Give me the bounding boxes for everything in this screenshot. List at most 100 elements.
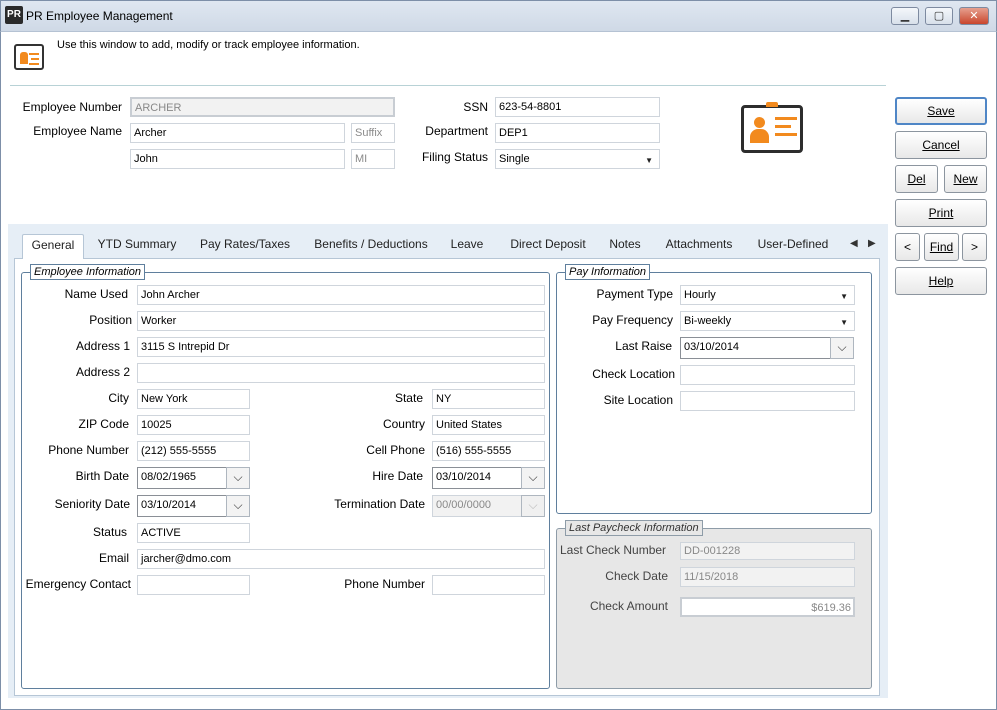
site-location-label: Site Location	[603, 393, 673, 407]
email-field[interactable]: jarcher@dmo.com	[137, 549, 545, 569]
hire-date-field[interactable]: 03/10/2014	[432, 467, 522, 489]
cancel-button[interactable]: Cancel	[895, 131, 987, 159]
termination-date-field: 00/00/0000	[432, 495, 522, 517]
address-2-label: Address 2	[75, 365, 130, 379]
tab-user-defined[interactable]: User-Defined	[752, 234, 834, 258]
employee-badge-icon	[741, 102, 803, 153]
position-label: Position	[89, 313, 132, 327]
country-label: Country	[382, 417, 425, 431]
status-label: Status	[92, 525, 127, 539]
pay-information-legend: Pay Information	[565, 264, 651, 280]
last-name-field[interactable]: Archer	[130, 123, 345, 143]
check-date-field: 11/15/2018	[680, 567, 855, 587]
emergency-contact-label: Emergency Contact	[25, 577, 131, 591]
close-button[interactable]: ✕	[959, 7, 989, 25]
pay-frequency-label: Pay Frequency	[592, 313, 673, 327]
cell-phone-field[interactable]: (516) 555-5555	[432, 441, 545, 461]
employee-number-field[interactable]: ARCHER	[130, 97, 395, 117]
minimize-button[interactable]: ▁	[891, 7, 919, 25]
employee-number-label: Employee Number	[22, 100, 122, 114]
last-check-number-label: Last Check Number	[560, 543, 667, 557]
termination-date-dropdown-icon: ⌵	[521, 495, 545, 517]
window-title: PR Employee Management	[26, 9, 173, 23]
phone-number-label: Phone Number	[48, 443, 129, 457]
address-2-field[interactable]	[137, 363, 545, 383]
last-raise-label: Last Raise	[615, 339, 672, 353]
email-label: Email	[98, 551, 129, 565]
tab-notes[interactable]: Notes	[604, 234, 646, 258]
ssn-label: SSN	[463, 100, 488, 114]
employee-name-label: Employee Name	[33, 124, 122, 138]
city-field[interactable]: New York	[137, 389, 250, 409]
emergency-contact-field[interactable]	[137, 575, 250, 595]
next-record-button[interactable]: >	[962, 233, 987, 261]
filing-status-label: Filing Status	[421, 150, 488, 164]
city-label: City	[108, 391, 129, 405]
zip-code-field[interactable]: 10025	[137, 415, 250, 435]
print-button[interactable]: Print	[895, 199, 987, 227]
delete-button[interactable]: Del	[895, 165, 938, 193]
tab-direct-deposit[interactable]: Direct Deposit	[503, 234, 593, 258]
tab-pay-rates-taxes[interactable]: Pay Rates/Taxes	[196, 234, 294, 258]
last-raise-field[interactable]: 03/10/2014	[680, 337, 831, 359]
address-1-field[interactable]: 3115 S Intrepid Dr	[137, 337, 545, 357]
country-field[interactable]: United States	[432, 415, 545, 435]
site-location-field[interactable]	[680, 391, 855, 411]
tab-scroll-left-icon[interactable]: ◀	[850, 238, 858, 249]
tab-scroll-right-icon[interactable]: ▶	[868, 238, 876, 249]
seniority-date-field[interactable]: 03/10/2014	[137, 495, 227, 517]
emergency-phone-field[interactable]	[432, 575, 545, 595]
department-field[interactable]: DEP1	[495, 123, 660, 143]
check-location-field[interactable]	[680, 365, 855, 385]
tab-ytd-summary[interactable]: YTD Summary	[92, 234, 182, 258]
tab-general[interactable]: General	[22, 234, 84, 258]
birth-date-field[interactable]: 08/02/1965	[137, 467, 227, 489]
filing-status-select[interactable]: Single	[495, 149, 660, 169]
payment-type-label: Payment Type	[596, 287, 674, 301]
pay-frequency-select[interactable]: Bi-weekly	[680, 311, 855, 331]
new-button[interactable]: New	[944, 165, 987, 193]
last-paycheck-legend: Last Paycheck Information	[565, 520, 703, 536]
status-field[interactable]: ACTIVE	[137, 523, 250, 543]
name-used-field[interactable]: John Archer	[137, 285, 545, 305]
cell-phone-label: Cell Phone	[366, 443, 425, 457]
employee-information-legend: Employee Information	[30, 264, 145, 280]
save-button[interactable]: Save	[895, 97, 987, 125]
emergency-phone-label: Phone Number	[344, 577, 425, 591]
check-amount-field: $619.36	[680, 597, 855, 617]
check-amount-label: Check Amount	[589, 599, 668, 613]
first-name-field[interactable]: John	[130, 149, 345, 169]
check-location-label: Check Location	[592, 367, 675, 381]
seniority-date-label: Seniority Date	[54, 497, 130, 511]
maximize-button[interactable]: ▢	[925, 7, 953, 25]
birth-date-dropdown-icon[interactable]: ⌵	[226, 467, 250, 489]
payment-type-select[interactable]: Hourly	[680, 285, 855, 305]
address-1-label: Address 1	[75, 339, 130, 353]
tab-leave[interactable]: Leave	[445, 234, 489, 258]
check-date-label: Check Date	[605, 569, 668, 583]
phone-number-field[interactable]: (212) 555-5555	[137, 441, 250, 461]
mi-field[interactable]: MI	[351, 149, 395, 169]
ssn-field[interactable]: 623-54-8801	[495, 97, 660, 117]
department-label: Department	[425, 124, 488, 138]
tab-attachments[interactable]: Attachments	[660, 234, 738, 258]
hire-date-dropdown-icon[interactable]: ⌵	[521, 467, 545, 489]
header-description: Use this window to add, modify or track …	[57, 39, 360, 51]
app-icon: PR	[5, 6, 23, 24]
active-tab-joiner	[23, 256, 83, 260]
termination-date-label: Termination Date	[334, 497, 425, 511]
state-label: State	[394, 391, 423, 405]
last-raise-dropdown-icon[interactable]: ⌵	[830, 337, 854, 359]
position-field[interactable]: Worker	[137, 311, 545, 331]
name-used-label: Name Used	[64, 287, 128, 301]
find-button[interactable]: Find	[924, 233, 959, 261]
previous-record-button[interactable]: <	[895, 233, 920, 261]
tab-benefits-deductions[interactable]: Benefits / Deductions	[309, 234, 433, 258]
birth-date-label: Birth Date	[75, 469, 129, 483]
suffix-field[interactable]: Suffix	[351, 123, 395, 143]
state-field[interactable]: NY	[432, 389, 545, 409]
zip-code-label: ZIP Code	[78, 417, 129, 431]
seniority-date-dropdown-icon[interactable]: ⌵	[226, 495, 250, 517]
help-button[interactable]: Help	[895, 267, 987, 295]
header-divider	[10, 85, 886, 86]
